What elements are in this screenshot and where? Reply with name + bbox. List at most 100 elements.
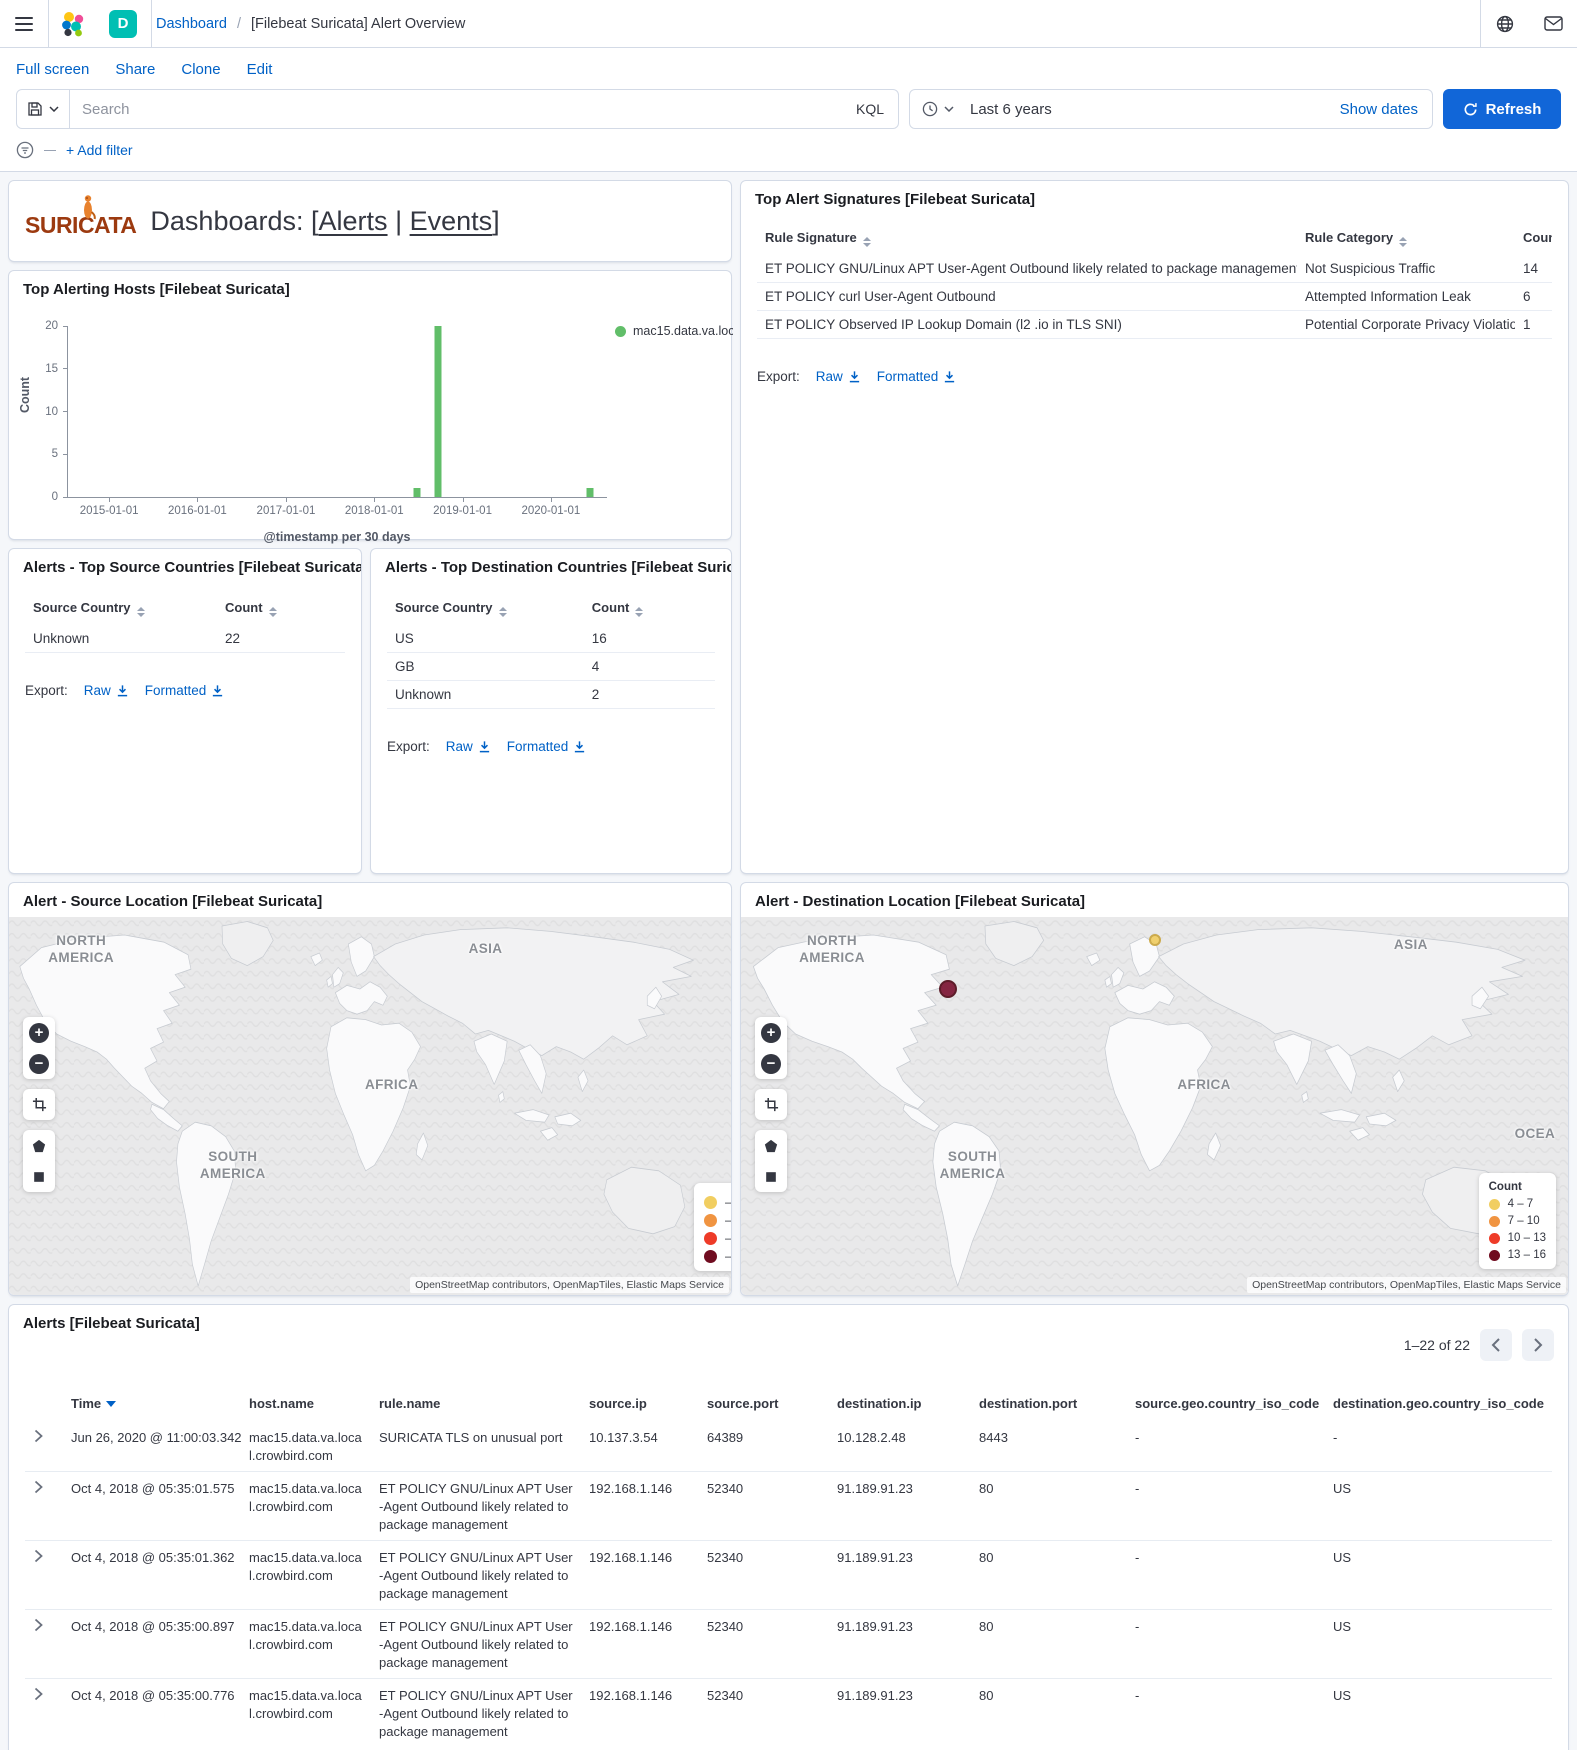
chart-plot-area[interactable]: 051015202015-01-012016-01-012017-01-0120…: [67, 326, 607, 498]
panel-alerts-table: Alerts [Filebeat Suricata] 1–22 of 22 Ti…: [8, 1304, 1569, 1750]
draw-bounds-button[interactable]: [755, 1161, 787, 1192]
legend-range-label: 4 – 7: [1508, 1198, 1534, 1210]
x-axis-tick: 2017-01-01: [257, 505, 316, 517]
x-axis-tickmark: [463, 497, 464, 502]
filter-icon[interactable]: [16, 141, 34, 159]
column-header-count[interactable]: Count: [1515, 222, 1552, 255]
fit-to-data-button[interactable]: [755, 1089, 787, 1120]
expand-row-button[interactable]: [25, 1679, 63, 1748]
cell-destination-geo: US: [1325, 1679, 1552, 1748]
export-raw-link[interactable]: Raw: [84, 683, 129, 698]
export-raw-link[interactable]: Raw: [816, 369, 861, 384]
show-dates-button[interactable]: Show dates: [1340, 101, 1432, 118]
cell-destination-ip: 91.189.91.23: [829, 1472, 971, 1541]
column-header-source-country[interactable]: Source Country: [25, 592, 217, 625]
column-header-count[interactable]: Count: [584, 592, 715, 625]
y-axis-tickmark: [63, 326, 68, 327]
map-legend-item: 10 – 13: [1489, 1232, 1546, 1244]
cell-source-geo: -: [1127, 1679, 1325, 1748]
column-header-destination-geo[interactable]: destination.geo.country_iso_code: [1325, 1390, 1552, 1421]
edit-link[interactable]: Edit: [247, 61, 273, 78]
cell-source-port: 52340: [699, 1679, 829, 1748]
search-input[interactable]: [70, 101, 842, 118]
cell-host-name: mac15.data.va.local.crowbird.com: [241, 1421, 371, 1472]
column-header-destination-ip[interactable]: destination.ip: [829, 1390, 971, 1421]
saved-query-menu-button[interactable]: [17, 90, 70, 128]
cell-time: Jun 26, 2020 @ 11:00:03.342: [63, 1421, 241, 1472]
column-header-rule-signature[interactable]: Rule Signature: [757, 222, 1297, 255]
panel-suricata-links: SURICATA Dashboards: [Alerts | Events]: [8, 180, 732, 262]
zoom-in-button[interactable]: +: [23, 1017, 55, 1048]
map-controls: + −: [23, 1017, 55, 1192]
cell-source-port: 52340: [699, 1610, 829, 1679]
expand-row-button[interactable]: [25, 1421, 63, 1472]
plus-icon: +: [29, 1023, 49, 1043]
legend-range-label: –: [725, 1251, 731, 1263]
share-link[interactable]: Share: [115, 61, 155, 78]
export-raw-link[interactable]: Raw: [446, 739, 491, 754]
column-header-host-name[interactable]: host.name: [241, 1390, 371, 1421]
legend-dot: [704, 1196, 717, 1209]
table-row: ET POLICY Observed IP Lookup Domain (l2 …: [757, 311, 1552, 339]
events-dashboard-link[interactable]: Events: [410, 206, 493, 236]
full-screen-link[interactable]: Full screen: [16, 61, 89, 78]
panel-alert-source-location: Alert - Source Location [Filebeat Surica…: [8, 882, 732, 1296]
help-menu-button[interactable]: [1481, 0, 1529, 48]
previous-page-button[interactable]: [1480, 1329, 1512, 1361]
y-axis-tick: 15: [45, 363, 58, 375]
column-header-source-country[interactable]: Source Country: [387, 592, 584, 625]
query-language-button[interactable]: KQL: [842, 101, 898, 117]
draw-polygon-button[interactable]: [755, 1130, 787, 1161]
export-formatted-link[interactable]: Formatted: [877, 369, 957, 384]
newsfeed-button[interactable]: [1529, 0, 1577, 48]
cell-source-ip: 10.137.3.54: [581, 1421, 699, 1472]
cell-source-geo: -: [1127, 1541, 1325, 1610]
column-header-source-port[interactable]: source.port: [699, 1390, 829, 1421]
legend-dot: [1489, 1233, 1500, 1244]
legend-dot: [1489, 1199, 1500, 1210]
breadcrumb-dashboard-link[interactable]: Dashboard: [156, 16, 227, 32]
zoom-out-button[interactable]: −: [755, 1048, 787, 1079]
time-range-value[interactable]: Last 6 years: [964, 101, 1340, 118]
zoom-out-button[interactable]: −: [23, 1048, 55, 1079]
draw-polygon-button[interactable]: [23, 1130, 55, 1161]
chart-legend[interactable]: mac15.data.va.local....: [615, 324, 733, 338]
export-formatted-link[interactable]: Formatted: [145, 683, 225, 698]
menu-button[interactable]: [0, 0, 48, 48]
column-header-rule-name[interactable]: rule.name: [371, 1390, 581, 1421]
refresh-button[interactable]: Refresh: [1443, 89, 1561, 129]
bar: [434, 326, 441, 497]
time-picker-quick-menu[interactable]: [910, 101, 964, 117]
column-header-count[interactable]: Count: [217, 592, 345, 625]
cell-source-ip: 192.168.1.146: [581, 1472, 699, 1541]
column-header-rule-category[interactable]: Rule Category: [1297, 222, 1515, 255]
column-header-source-ip[interactable]: source.ip: [581, 1390, 699, 1421]
destination-location-map[interactable]: + − NORTH AMERICAASIAAFRICASOUTH AMERICA…: [741, 917, 1568, 1295]
export-formatted-link[interactable]: Formatted: [507, 739, 587, 754]
top-navigation-bar: D Dashboard / [Filebeat Suricata] Alert …: [0, 0, 1577, 48]
add-filter-button[interactable]: + Add filter: [66, 142, 133, 158]
expand-row-button[interactable]: [25, 1472, 63, 1541]
fit-to-data-button[interactable]: [23, 1089, 55, 1120]
column-header-time[interactable]: Time: [63, 1390, 241, 1421]
column-header-source-geo[interactable]: source.geo.country_iso_code: [1127, 1390, 1325, 1421]
download-icon: [943, 370, 956, 383]
space-avatar[interactable]: D: [109, 10, 137, 38]
clone-link[interactable]: Clone: [181, 61, 220, 78]
crop-icon: [764, 1097, 779, 1112]
x-axis-tickmark: [551, 497, 552, 502]
expand-row-button[interactable]: [25, 1610, 63, 1679]
panel-top-destination-countries: Alerts - Top Destination Countries [File…: [370, 548, 732, 874]
alerts-dashboard-link[interactable]: Alerts: [319, 206, 388, 236]
map-legend-item: –: [704, 1250, 731, 1263]
elastic-logo[interactable]: [49, 0, 97, 48]
column-header-destination-port[interactable]: destination.port: [971, 1390, 1127, 1421]
next-page-button[interactable]: [1522, 1329, 1554, 1361]
cell-rule-name: ET POLICY GNU/Linux APT User-Agent Outbo…: [371, 1679, 581, 1748]
draw-bounds-button[interactable]: [23, 1161, 55, 1192]
y-axis-tickmark: [63, 454, 68, 455]
bar: [586, 488, 593, 497]
source-location-map[interactable]: + − NORTH AMERICAASIAAFRICASOUTH AMERICA…: [9, 917, 731, 1295]
zoom-in-button[interactable]: +: [755, 1017, 787, 1048]
expand-row-button[interactable]: [25, 1541, 63, 1610]
